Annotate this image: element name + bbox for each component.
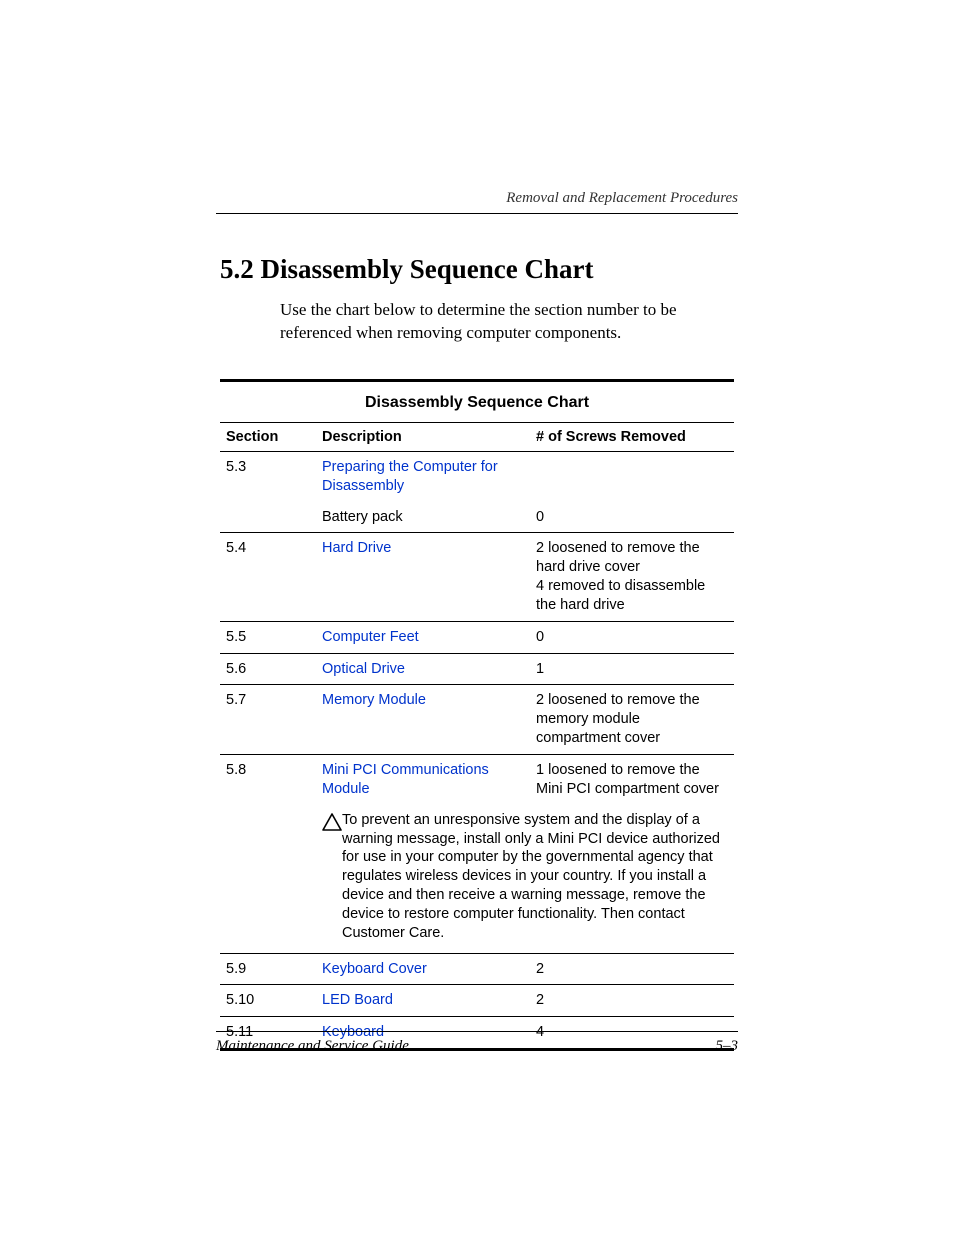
table-row: Battery pack 0 — [220, 502, 734, 533]
intro-text: Use the chart below to determine the sec… — [280, 299, 734, 345]
cell-section: 5.3 — [220, 451, 316, 501]
screws-line: 2 loosened to remove the hard drive cove… — [536, 539, 728, 577]
section-heading: 5.2 Disassembly Sequence Chart — [220, 254, 734, 285]
table-title: Disassembly Sequence Chart — [220, 382, 734, 422]
table-row: 5.3 Preparing the Computer for Disassemb… — [220, 451, 734, 501]
cell-section: 5.7 — [220, 685, 316, 755]
header-section: Section — [220, 422, 316, 451]
cell-section: 5.5 — [220, 621, 316, 653]
running-header: Removal and Replacement Procedures — [216, 190, 738, 214]
link-optical-drive[interactable]: Optical Drive — [322, 661, 405, 677]
cell-section: 5.9 — [220, 953, 316, 985]
cell-section: 5.4 — [220, 533, 316, 621]
cell-screws: 2 loosened to remove the memory module c… — [530, 685, 734, 755]
screws-line: 4 removed to disassemble the hard drive — [536, 577, 728, 615]
link-led-board[interactable]: LED Board — [322, 992, 393, 1008]
link-mini-pci[interactable]: Mini PCI Communications Module — [322, 762, 489, 797]
page-number: 5–3 — [716, 1038, 739, 1055]
table-row: 5.7 Memory Module 2 loosened to remove t… — [220, 685, 734, 755]
disassembly-chart: Disassembly Sequence Chart Section Descr… — [220, 379, 734, 1051]
cell-screws: 0 — [530, 621, 734, 653]
table-row: 5.10 LED Board 2 — [220, 985, 734, 1017]
caution-row: To prevent an unresponsive system and th… — [220, 805, 734, 953]
caution-icon — [322, 813, 342, 837]
link-keyboard-cover[interactable]: Keyboard Cover — [322, 961, 427, 977]
cell-section: 5.8 — [220, 755, 316, 805]
cell-screws: 1 — [530, 653, 734, 685]
cell-screws — [530, 451, 734, 501]
header-screws: # of Screws Removed — [530, 422, 734, 451]
table-row: 5.9 Keyboard Cover 2 — [220, 953, 734, 985]
header-description: Description — [316, 422, 530, 451]
cell-section: 5.6 — [220, 653, 316, 685]
footer-title: Maintenance and Service Guide — [216, 1038, 409, 1055]
link-memory-module[interactable]: Memory Module — [322, 692, 426, 708]
cell-screws: 2 — [530, 985, 734, 1017]
cell-screws: 1 loosened to remove the Mini PCI compar… — [530, 755, 734, 805]
cell-screws: 2 loosened to remove the hard drive cove… — [530, 533, 734, 621]
cell-description: Battery pack — [316, 502, 530, 533]
cell-section: 5.10 — [220, 985, 316, 1017]
table-row: 5.8 Mini PCI Communications Module 1 loo… — [220, 755, 734, 805]
link-hard-drive[interactable]: Hard Drive — [322, 540, 391, 556]
caution-text: To prevent an unresponsive system and th… — [342, 811, 728, 943]
table-row: 5.6 Optical Drive 1 — [220, 653, 734, 685]
page-footer: Maintenance and Service Guide 5–3 — [216, 1031, 738, 1055]
cell-screws: 0 — [530, 502, 734, 533]
cell-screws: 2 — [530, 953, 734, 985]
table-row: 5.5 Computer Feet 0 — [220, 621, 734, 653]
table-row: 5.4 Hard Drive 2 loosened to remove the … — [220, 533, 734, 621]
link-preparing-computer[interactable]: Preparing the Computer for Disassembly — [322, 459, 498, 494]
disassembly-table: Section Description # of Screws Removed … — [220, 422, 734, 1051]
link-computer-feet[interactable]: Computer Feet — [322, 629, 419, 645]
